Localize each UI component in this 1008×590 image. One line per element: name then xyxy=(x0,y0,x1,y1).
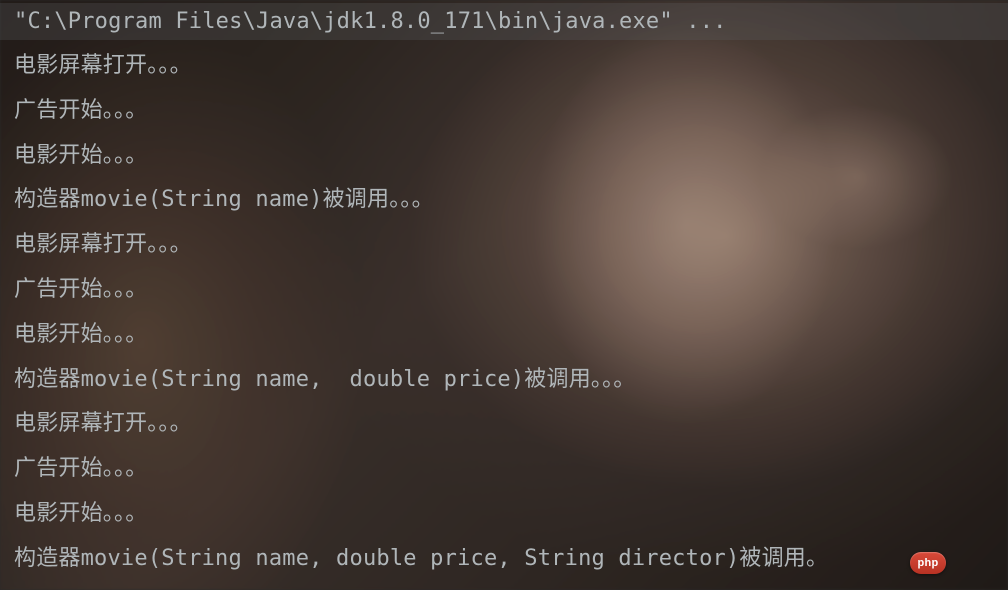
console-line: 构造器movie(String name)被调用。。。 xyxy=(0,178,1008,223)
console-line: 电影开始。。。 xyxy=(0,492,1008,537)
console-output: "C:\Program Files\Java\jdk1.8.0_171\bin\… xyxy=(0,0,1008,590)
console-command-line: "C:\Program Files\Java\jdk1.8.0_171\bin\… xyxy=(0,3,1008,40)
console-line: 电影屏幕打开。。。 xyxy=(0,223,1008,268)
php-badge: php xyxy=(910,552,946,574)
console-line: 电影开始。。。 xyxy=(0,134,1008,179)
php-badge-label: php xyxy=(917,557,938,569)
console-line: 电影屏幕打开。。。 xyxy=(0,44,1008,89)
console-line: 广告开始。。。 xyxy=(0,89,1008,134)
console-line: 电影开始。。。 xyxy=(0,313,1008,358)
console-line: 电影屏幕打开。。。 xyxy=(0,402,1008,447)
console-line: 广告开始。。。 xyxy=(0,268,1008,313)
console-line: 广告开始。。。 xyxy=(0,447,1008,492)
console-line: 构造器movie(String name, double price, Stri… xyxy=(0,537,1008,582)
console-line: 构造器movie(String name, double price)被调用。。… xyxy=(0,358,1008,403)
